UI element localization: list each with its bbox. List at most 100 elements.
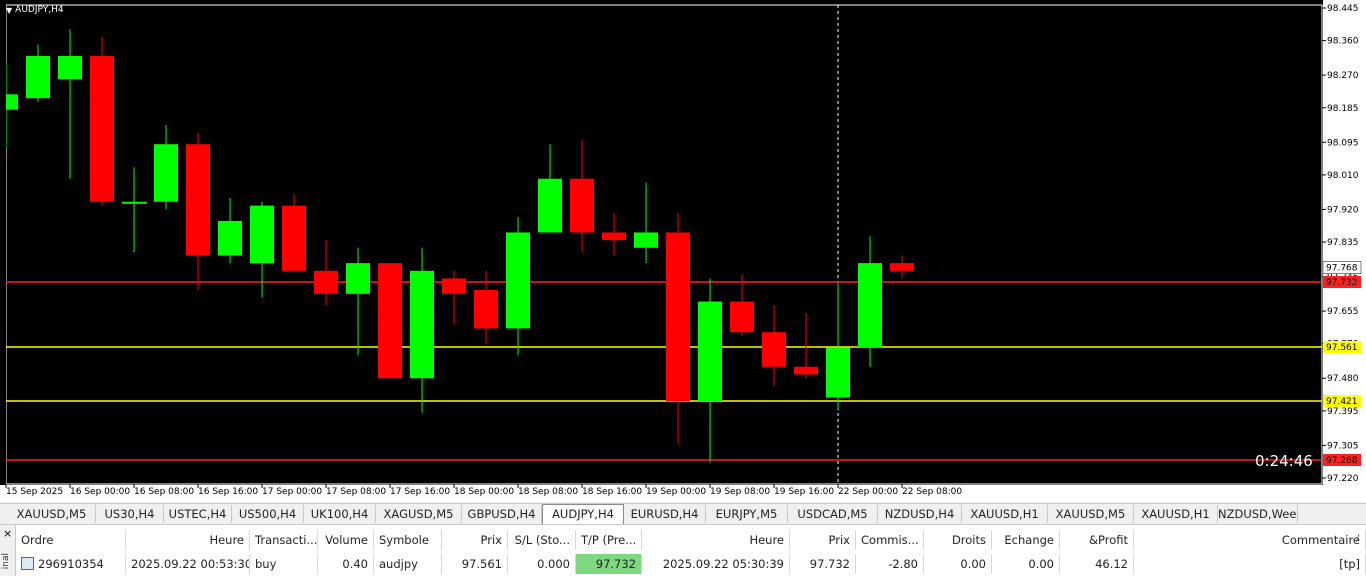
column-header[interactable]: S/L (Sto... xyxy=(508,530,576,550)
price-tick-label: 98.360 xyxy=(1327,37,1359,47)
time-tick-label: 15 Sep 2025 xyxy=(6,487,63,497)
terminal-panel: × inal Ordre Heure Transacti... Volume Symbo… xyxy=(0,524,1366,576)
price-level-tag-label: 97.268 xyxy=(1326,456,1358,466)
chart-tab[interactable]: XAUUSD,M5 xyxy=(1048,505,1134,523)
chart-tab[interactable]: NZDUSD,H4 xyxy=(878,505,962,523)
chart-tab[interactable]: AUDJPY,H4 xyxy=(542,504,624,524)
candle-body xyxy=(506,232,530,329)
table-cell: 0.00 xyxy=(924,554,992,574)
chart-tab[interactable]: UK100,H4 xyxy=(304,505,376,523)
candle-body xyxy=(698,301,722,402)
column-header[interactable]: T/P (Pre... xyxy=(576,530,642,550)
time-tick-label: 22 Sep 00:00 xyxy=(838,487,898,497)
chart-tab[interactable]: EURJPY,M5 xyxy=(706,505,788,523)
candle-body xyxy=(250,205,274,264)
column-header[interactable]: &Profit xyxy=(1060,530,1134,550)
candle-body xyxy=(378,263,402,379)
candle-body xyxy=(890,263,914,271)
price-chart[interactable]: 98.445 98.360 98.270 98.185 98.095 98.010 97.9… xyxy=(0,0,1366,502)
candle-body xyxy=(570,178,594,233)
time-tick-label: 18 Sep 00:00 xyxy=(454,487,514,497)
price-tick-label: 98.270 xyxy=(1327,71,1359,81)
chart-tab[interactable]: GBPUSD,H4 xyxy=(462,505,542,523)
candle-body xyxy=(58,55,82,79)
time-tick-label: 16 Sep 08:00 xyxy=(134,487,194,497)
terminal-side-label: inal xyxy=(1,553,11,570)
time-tick-label: 19 Sep 00:00 xyxy=(646,487,706,497)
candle-body xyxy=(346,263,370,294)
chart-tabs-bar: XAUUSD,M5 US30,H4 USTEC,H4 US500,H4 UK100,H4… xyxy=(0,503,1366,525)
chart-tab[interactable]: XAUUSD,H1 xyxy=(962,505,1048,523)
terminal-side-bar: × inal xyxy=(0,525,16,576)
price-level-tag-label: 97.421 xyxy=(1326,397,1358,407)
table-cell: 2025.09.22 05:30:39 xyxy=(642,554,790,574)
chart-tab[interactable]: XAGUSD,M5 xyxy=(376,505,462,523)
table-cell: 46.12 xyxy=(1060,554,1134,574)
column-header[interactable]: Commis... xyxy=(856,530,924,550)
candle-body xyxy=(762,332,786,367)
table-cell: -2.80 xyxy=(856,554,924,574)
price-tick-label: 97.480 xyxy=(1327,374,1359,384)
chart-tab[interactable]: XAUUSD,H1 xyxy=(1134,505,1218,523)
sort-icon[interactable]: / xyxy=(1356,533,1359,544)
column-header[interactable]: Transacti... xyxy=(250,530,318,550)
time-tick-label: 18 Sep 16:00 xyxy=(582,487,642,497)
chart-tab[interactable]: USTEC,H4 xyxy=(164,505,232,523)
table-cell: 97.732 xyxy=(576,554,642,574)
table-cell: audjpy xyxy=(374,554,442,574)
column-header[interactable]: Echange xyxy=(992,530,1060,550)
candle-body xyxy=(410,270,434,379)
candle-body xyxy=(218,220,242,256)
column-header[interactable]: Droits xyxy=(924,530,992,550)
candle-body xyxy=(730,301,754,333)
price-tick-label: 97.395 xyxy=(1327,407,1359,417)
price-tick-label: 97.305 xyxy=(1327,441,1359,451)
time-tick-label: 19 Sep 08:00 xyxy=(710,487,770,497)
bid-price-label: 97.768 xyxy=(1326,264,1358,274)
time-tick-label: 18 Sep 08:00 xyxy=(518,487,578,497)
table-cell: 97.732 xyxy=(790,554,856,574)
column-header[interactable]: Symbole xyxy=(374,530,442,550)
order-number: 296910354 xyxy=(38,557,104,571)
time-tick-label: 17 Sep 08:00 xyxy=(326,487,386,497)
column-header[interactable]: Heure xyxy=(642,530,790,550)
candle-body xyxy=(474,290,498,329)
time-tick-label: 22 Sep 08:00 xyxy=(902,487,962,497)
table-cell: 296910354 xyxy=(16,554,126,574)
column-header[interactable]: Ordre xyxy=(16,530,126,550)
chart-tab[interactable]: NZDUSD,Weekly xyxy=(1218,505,1298,523)
left-edge xyxy=(0,0,6,484)
column-header[interactable]: Prix xyxy=(790,530,856,550)
dropdown-triangle-icon[interactable]: ▼ xyxy=(6,6,12,15)
candle-body xyxy=(634,232,658,248)
candle-body xyxy=(538,178,562,233)
price-tick-label: 97.220 xyxy=(1327,474,1359,484)
price-tick-label: 98.095 xyxy=(1327,138,1359,148)
candle-body xyxy=(282,205,306,271)
candle-body xyxy=(90,55,114,202)
chart-tab[interactable]: USDCAD,M5 xyxy=(788,505,878,523)
time-tick-label: 19 Sep 16:00 xyxy=(774,487,834,497)
price-tick-label: 98.010 xyxy=(1327,171,1359,181)
price-level-tag-label: 97.561 xyxy=(1326,343,1358,353)
column-header[interactable]: Commentaire xyxy=(1134,530,1366,550)
time-tick-label: 16 Sep 00:00 xyxy=(70,487,130,497)
chart-tab[interactable]: US500,H4 xyxy=(232,505,304,523)
candle-body xyxy=(826,347,850,398)
table-cell: 0.000 xyxy=(508,554,576,574)
table-cell: 0.40 xyxy=(318,554,374,574)
column-header[interactable]: Volume xyxy=(318,530,374,550)
time-tick-label: 17 Sep 16:00 xyxy=(390,487,450,497)
table-cell: buy xyxy=(250,554,318,574)
chart-tab[interactable]: EURUSD,H4 xyxy=(624,505,706,523)
candle-body xyxy=(122,201,146,204)
column-header[interactable]: Heure xyxy=(126,530,250,550)
bar-countdown-timer: 0:24:46 xyxy=(1255,452,1313,470)
chart-tab[interactable]: XAUUSD,M5 xyxy=(8,505,96,523)
chart-tab[interactable]: US30,H4 xyxy=(96,505,164,523)
candlestick-chart-canvas[interactable]: 98.445 98.360 98.270 98.185 98.095 98.010 97.9… xyxy=(0,0,1366,502)
column-header[interactable]: Prix xyxy=(442,530,508,550)
table-cell: 2025.09.22 00:53:30 xyxy=(126,554,250,574)
close-icon[interactable]: × xyxy=(3,527,12,540)
candle-body xyxy=(602,232,626,241)
